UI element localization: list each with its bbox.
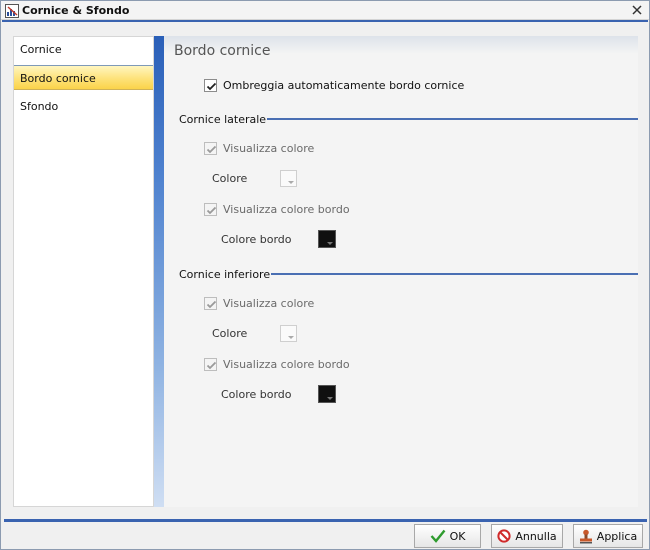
bottom-show-border-color-row[interactable]: Visualizza colore bordo <box>204 356 350 372</box>
nav-item-cornice[interactable]: Cornice <box>14 37 153 62</box>
content-panel: Bordo cornice Ombreggia automaticamente … <box>164 36 638 507</box>
cancel-button-label: Annulla <box>515 529 557 543</box>
bottom-show-color-label: Visualizza colore <box>223 296 315 310</box>
stamp-icon <box>579 529 592 543</box>
footer-divider <box>4 519 647 522</box>
apply-button-label: Applica <box>596 529 638 543</box>
bottom-show-border-color-label: Visualizza colore bordo <box>223 357 350 371</box>
ok-button-label: OK <box>449 529 466 543</box>
ok-button[interactable]: OK <box>414 524 481 548</box>
side-show-color-row[interactable]: Visualizza colore <box>204 140 314 156</box>
side-color-swatch[interactable] <box>280 170 297 187</box>
title-divider <box>2 20 648 22</box>
side-frame-title: Cornice laterale <box>179 113 267 126</box>
side-show-border-color-label: Visualizza colore bordo <box>223 202 350 216</box>
side-frame-divider <box>267 118 638 120</box>
cancel-button[interactable]: Annulla <box>491 524 563 548</box>
auto-shadow-checkbox[interactable] <box>204 78 217 92</box>
bottom-color-swatch[interactable] <box>280 325 297 342</box>
nav-item-bordo-cornice[interactable]: Bordo cornice <box>14 65 153 90</box>
bottom-frame-title: Cornice inferiore <box>179 268 271 281</box>
window-title: Cornice & Sfondo <box>22 4 130 17</box>
bottom-show-border-color-checkbox[interactable] <box>204 357 217 371</box>
close-icon[interactable] <box>631 4 643 16</box>
side-border-color-label: Colore bordo <box>221 233 292 246</box>
auto-shadow-label: Ombreggia automaticamente bordo cornice <box>223 78 465 92</box>
title-bar[interactable]: Cornice & Sfondo <box>1 1 649 20</box>
apply-button[interactable]: Applica <box>573 524 643 548</box>
nav-panel: Cornice Bordo cornice Sfondo <box>13 36 154 507</box>
checkmark-icon <box>430 529 445 543</box>
side-show-color-label: Visualizza colore <box>223 141 315 155</box>
side-border-color-swatch[interactable] <box>318 230 336 248</box>
no-entry-icon <box>497 529 511 543</box>
bottom-color-label: Colore <box>212 327 248 340</box>
bottom-show-color-checkbox[interactable] <box>204 296 217 310</box>
accent-bar <box>154 36 164 507</box>
side-color-label: Colore <box>212 172 248 185</box>
side-show-border-color-row[interactable]: Visualizza colore bordo <box>204 201 350 217</box>
nav-item-sfondo[interactable]: Sfondo <box>14 94 153 119</box>
side-show-color-checkbox[interactable] <box>204 141 217 155</box>
side-show-border-color-checkbox[interactable] <box>204 202 217 216</box>
auto-shadow-row[interactable]: Ombreggia automaticamente bordo cornice <box>204 77 464 93</box>
panel-title: Bordo cornice <box>174 43 271 59</box>
bottom-border-color-swatch[interactable] <box>318 385 336 403</box>
bottom-show-color-row[interactable]: Visualizza colore <box>204 295 314 311</box>
bottom-frame-divider <box>271 273 638 275</box>
chart-edit-icon <box>5 4 19 18</box>
bottom-border-color-label: Colore bordo <box>221 388 292 401</box>
dialog-window: Cornice & Sfondo Cornice Bordo cornice S… <box>0 0 650 550</box>
